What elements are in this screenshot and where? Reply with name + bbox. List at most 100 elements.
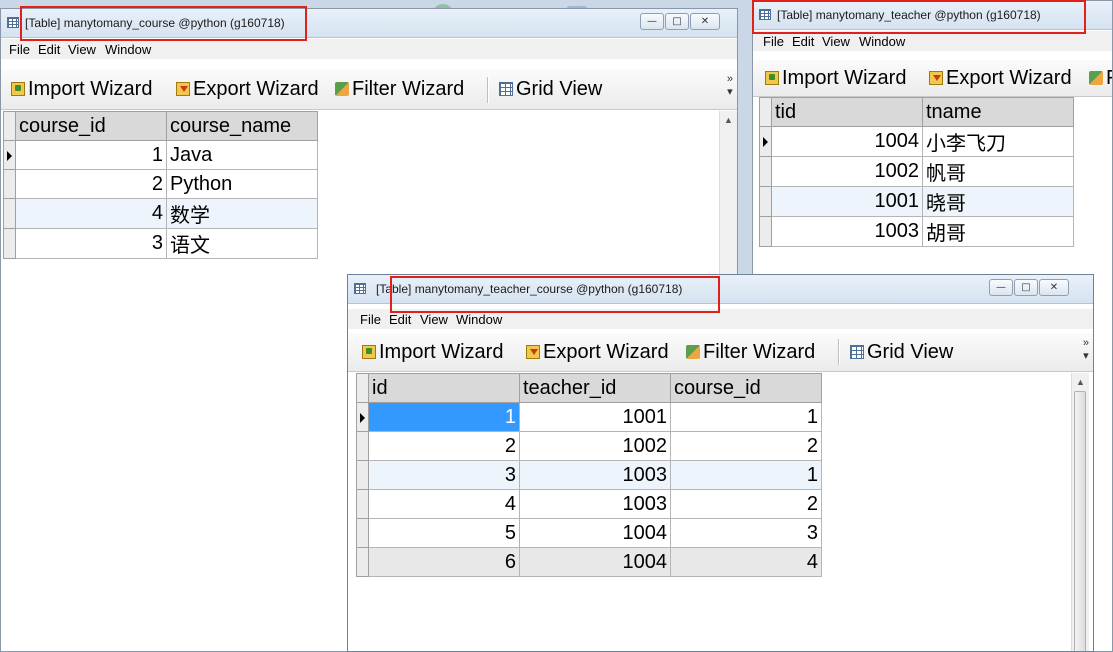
table-cell[interactable]: 1003 — [771, 216, 923, 247]
close-button[interactable]: ✕ — [690, 13, 720, 30]
row-indicator[interactable] — [356, 547, 369, 577]
maximize-button[interactable]: □ — [1014, 279, 1038, 296]
table-cell[interactable]: 4 — [670, 547, 822, 577]
table-cell[interactable]: 晓哥 — [922, 186, 1074, 217]
table-row[interactable]: 2 1002 2 — [356, 431, 822, 461]
row-indicator[interactable] — [3, 140, 16, 170]
table-cell[interactable]: 3 — [15, 228, 167, 259]
maximize-button[interactable]: □ — [665, 13, 689, 30]
row-indicator[interactable] — [356, 431, 369, 461]
menu-file[interactable]: File — [360, 312, 381, 327]
menu-edit[interactable]: Edit — [792, 34, 814, 49]
row-indicator[interactable] — [759, 126, 772, 157]
row-indicator[interactable] — [759, 216, 772, 247]
toolbar-overflow-icon[interactable]: » ▾ — [727, 73, 733, 99]
column-header[interactable]: id — [368, 373, 520, 403]
column-header[interactable]: course_id — [15, 111, 167, 141]
title-bar[interactable]: [Table] manytomany_teacher @python (g160… — [753, 1, 1112, 30]
menu-view[interactable]: View — [822, 34, 850, 49]
table-cell[interactable]: 2 — [15, 169, 167, 199]
filter-wizard-button[interactable]: Filter Wizard — [335, 77, 464, 101]
import-wizard-button[interactable]: Import Wizard — [765, 66, 906, 90]
minimize-button[interactable]: — — [989, 279, 1013, 296]
vertical-scrollbar[interactable]: ▲ — [1071, 373, 1089, 651]
table-cell[interactable]: 2 — [670, 431, 822, 461]
table-row[interactable]: 3 1003 1 — [356, 460, 822, 490]
table-cell[interactable]: 5 — [368, 518, 520, 548]
row-indicator[interactable] — [356, 489, 369, 519]
table-row[interactable]: 1003 胡哥 — [759, 216, 1074, 247]
menu-edit[interactable]: Edit — [389, 312, 411, 327]
table-cell[interactable]: 2 — [670, 489, 822, 519]
table-cell[interactable]: 4 — [15, 198, 167, 229]
title-bar[interactable]: [Table] manytomany_course @python (g1607… — [1, 9, 737, 38]
filter-wizard-button[interactable]: Filter Wizard — [686, 340, 815, 364]
row-indicator[interactable] — [356, 402, 369, 432]
close-button[interactable]: ✕ — [1039, 279, 1069, 296]
table-cell[interactable]: 1001 — [519, 402, 671, 432]
table-row[interactable]: 6 1004 4 — [356, 547, 822, 577]
column-header[interactable]: tname — [922, 97, 1074, 127]
table-cell[interactable]: 胡哥 — [922, 216, 1074, 247]
scroll-up-icon[interactable]: ▲ — [724, 115, 733, 125]
table-cell[interactable]: Python — [166, 169, 318, 199]
table-row[interactable]: 1002 帆哥 — [759, 156, 1074, 187]
menu-view[interactable]: View — [420, 312, 448, 327]
table-row[interactable]: 1001 晓哥 — [759, 186, 1074, 217]
menu-file[interactable]: File — [9, 42, 30, 57]
table-cell[interactable]: 帆哥 — [922, 156, 1074, 187]
table-cell[interactable]: 1004 — [519, 518, 671, 548]
table-row[interactable]: 1004 小李飞刀 — [759, 126, 1074, 157]
minimize-button[interactable]: — — [640, 13, 664, 30]
row-indicator[interactable] — [356, 518, 369, 548]
table-row[interactable]: 1 Java — [3, 140, 318, 170]
menu-file[interactable]: File — [763, 34, 784, 49]
column-header[interactable]: tid — [771, 97, 923, 127]
row-indicator[interactable] — [759, 186, 772, 217]
scroll-thumb[interactable] — [1074, 391, 1086, 651]
table-cell[interactable]: 1 — [670, 460, 822, 490]
column-header[interactable]: course_id — [670, 373, 822, 403]
selected-cell[interactable]: 1 — [368, 402, 520, 432]
menu-window[interactable]: Window — [859, 34, 905, 49]
import-wizard-button[interactable]: Import Wizard — [362, 340, 503, 364]
table-row[interactable]: 4 数学 — [3, 198, 318, 229]
table-cell[interactable]: 2 — [368, 431, 520, 461]
import-wizard-button[interactable]: Import Wizard — [11, 77, 152, 101]
table-cell[interactable]: 6 — [368, 547, 520, 577]
table-cell[interactable]: 1003 — [519, 460, 671, 490]
table-cell[interactable]: 3 — [368, 460, 520, 490]
row-indicator[interactable] — [356, 460, 369, 490]
menu-window[interactable]: Window — [105, 42, 151, 57]
table-row[interactable]: 4 1003 2 — [356, 489, 822, 519]
table-cell[interactable]: 1004 — [771, 126, 923, 157]
table-cell[interactable]: 1002 — [771, 156, 923, 187]
table-cell[interactable]: 1003 — [519, 489, 671, 519]
table-cell[interactable]: Java — [166, 140, 318, 170]
column-header[interactable]: course_name — [166, 111, 318, 141]
table-cell[interactable]: 1002 — [519, 431, 671, 461]
table-cell[interactable]: 1004 — [519, 547, 671, 577]
table-cell[interactable]: 1 — [670, 402, 822, 432]
row-indicator[interactable] — [759, 156, 772, 187]
table-cell[interactable]: 1001 — [771, 186, 923, 217]
table-row[interactable]: 3 语文 — [3, 228, 318, 259]
table-cell[interactable]: 语文 — [166, 228, 318, 259]
grid-view-button[interactable]: Grid View — [499, 77, 602, 101]
row-indicator[interactable] — [3, 169, 16, 199]
table-row[interactable]: 5 1004 3 — [356, 518, 822, 548]
table-cell[interactable]: 小李飞刀 — [922, 126, 1074, 157]
filter-wizard-button[interactable]: F — [1089, 66, 1112, 90]
toolbar-overflow-icon[interactable]: » ▾ — [1083, 337, 1089, 363]
export-wizard-button[interactable]: Export Wizard — [176, 77, 319, 101]
export-wizard-button[interactable]: Export Wizard — [526, 340, 669, 364]
table-cell[interactable]: 数学 — [166, 198, 318, 229]
column-header[interactable]: teacher_id — [519, 373, 671, 403]
row-indicator[interactable] — [3, 198, 16, 229]
export-wizard-button[interactable]: Export Wizard — [929, 66, 1072, 90]
menu-window[interactable]: Window — [456, 312, 502, 327]
grid-view-button[interactable]: Grid View — [850, 340, 953, 364]
row-indicator[interactable] — [3, 228, 16, 259]
table-row[interactable]: 1 1001 1 — [356, 402, 822, 432]
scroll-up-icon[interactable]: ▲ — [1076, 377, 1085, 387]
